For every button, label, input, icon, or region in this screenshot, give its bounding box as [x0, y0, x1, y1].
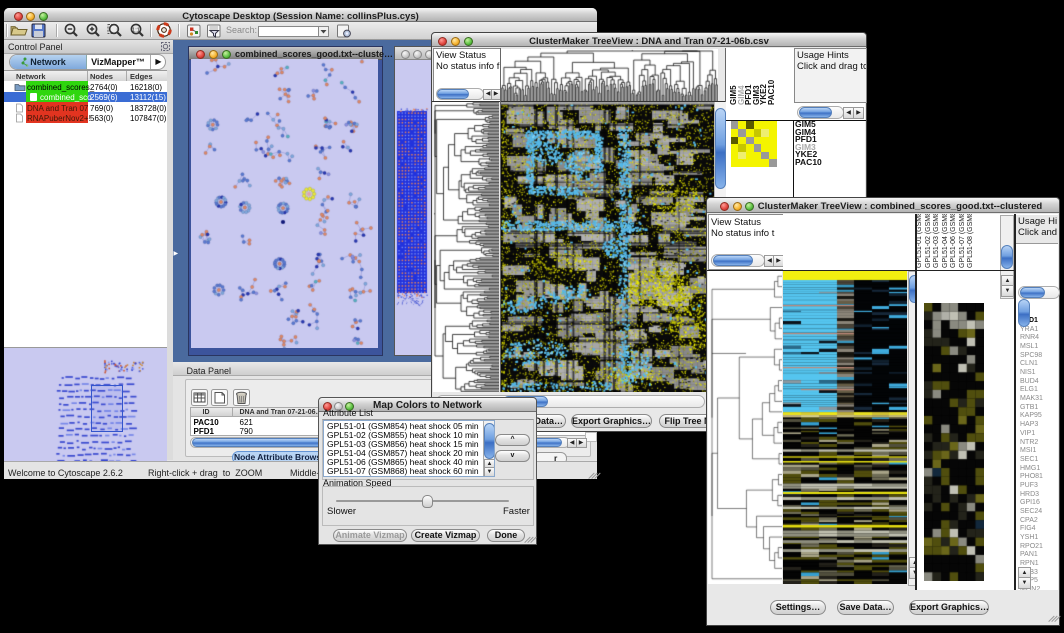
- svg-text:1:1: 1:1: [132, 27, 140, 33]
- svg-text:Search:: Search:: [226, 25, 257, 35]
